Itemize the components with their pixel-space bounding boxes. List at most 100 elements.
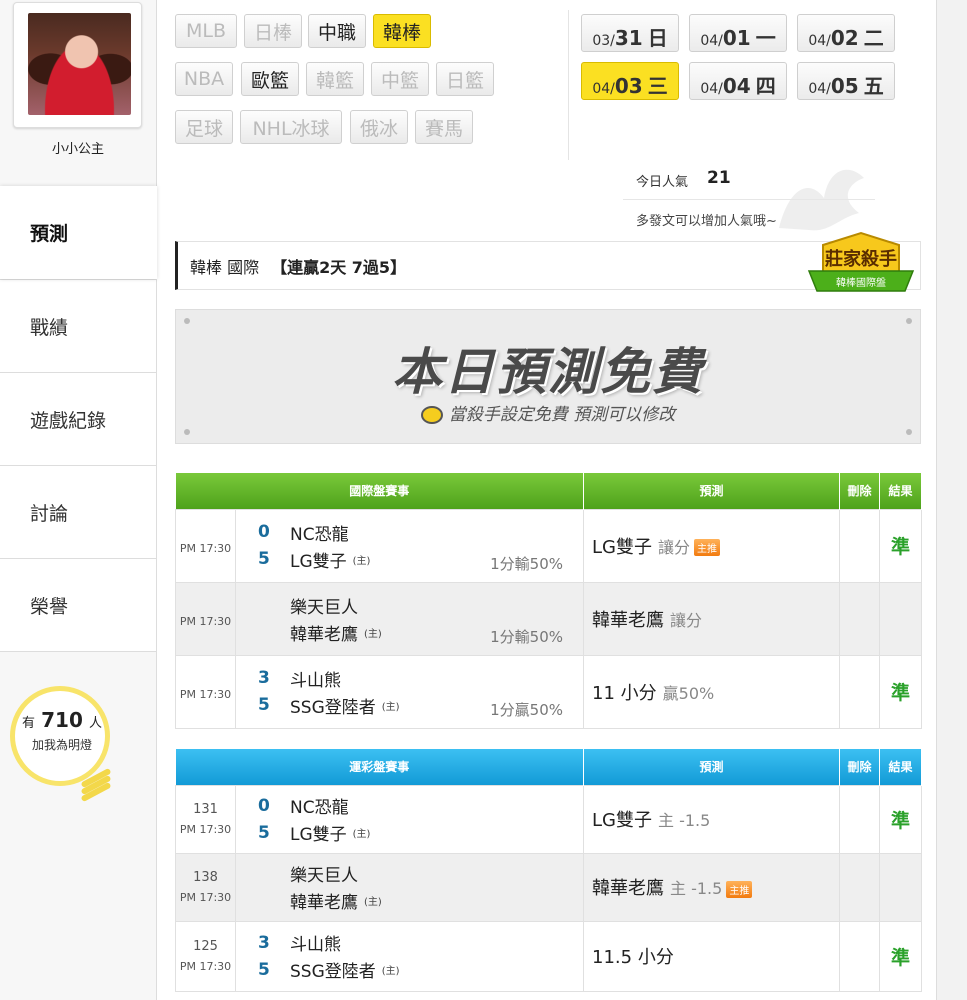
game-number: 131 — [193, 802, 218, 817]
follow-lamp-button[interactable]: 有 710 人 加我為明燈 — [8, 686, 118, 816]
home-score: 5 — [258, 959, 270, 980]
delete-cell[interactable] — [839, 508, 881, 583]
league-chip-mlb[interactable]: MLB — [175, 14, 237, 48]
date-button-0405[interactable]: 04/05 五 — [797, 62, 895, 100]
league-chip-nba[interactable]: NBA — [175, 62, 233, 96]
lightbulb-icon — [420, 406, 443, 424]
away-team: 樂天巨人 — [290, 866, 358, 886]
main-pick-tag: 主推 — [726, 880, 753, 898]
league-chip-soccer[interactable]: 足球 — [175, 110, 233, 144]
league-chip-euro-basketball[interactable]: 歐籃 — [241, 62, 299, 96]
delete-cell[interactable] — [839, 784, 881, 854]
nav-item-honor[interactable]: 榮譽 — [0, 559, 156, 652]
result-cell — [879, 581, 923, 656]
home-marker: (主) — [381, 701, 400, 713]
league-chip-khl[interactable]: 俄冰 — [350, 110, 408, 144]
delete-cell[interactable] — [839, 852, 881, 922]
home-marker: (主) — [352, 829, 371, 840]
popularity-value: 21 — [707, 168, 731, 188]
free-prediction-banner: 本日預測免費 當殺手設定免費 預測可以修改 — [175, 309, 921, 444]
fans-count: 有 710 人 — [21, 708, 103, 732]
table-row: 125 PM 17:30 3 斗山熊 5 SSG登陸者 (主) 11.5 小分 準 — [175, 920, 923, 992]
result-cell: 準 — [879, 920, 923, 992]
date-button-0401[interactable]: 04/01 一 — [689, 14, 787, 52]
nav-item-prediction[interactable]: 預測 — [0, 186, 157, 279]
away-team: 斗山熊 — [290, 935, 341, 955]
home-team: 韓華老鷹 — [290, 624, 358, 645]
prediction-cell: 11.5 小分 — [583, 920, 841, 992]
title-league: 韓棒 國際 — [190, 257, 260, 277]
delete-cell[interactable] — [839, 920, 881, 992]
league-chip-cba[interactable]: 中籃 — [371, 62, 429, 96]
game-time: PM 17:30 — [179, 960, 232, 973]
col-header-event: 運彩盤賽事 — [175, 749, 585, 785]
prediction-cell: 韓華老鷹 讓分 — [583, 581, 841, 656]
prediction-cell: LG雙子 讓分 主推 — [583, 508, 841, 583]
delete-cell[interactable] — [839, 581, 881, 656]
lottery-odds-table: 運彩盤賽事 預測 刪除 結果 131 PM 17:30 0 NC恐龍 5 LG雙子 (主… — [175, 749, 923, 992]
date-button-0404[interactable]: 04/04 四 — [689, 62, 787, 100]
home-team: LG雙子 — [290, 825, 347, 845]
col-header-prediction: 預測 — [583, 749, 841, 785]
home-team: SSG登陸者 — [290, 962, 376, 982]
delete-cell[interactable] — [839, 654, 881, 729]
league-chip-horse-racing[interactable]: 賽馬 — [415, 110, 473, 144]
table-row: PM 17:30 樂天巨人 韓華老鷹 (主) 1分輸50% 韓華老鷹 讓分 — [175, 581, 923, 656]
banker-killer-badge: 莊家殺手 韓棒國際盤 — [807, 231, 915, 292]
result-cell: 準 — [879, 508, 923, 583]
home-marker: (主) — [364, 897, 382, 908]
date-button-0331[interactable]: 03/31 日 — [581, 14, 679, 52]
game-time: PM 17:30 — [179, 615, 232, 628]
game-time: PM 17:30 — [179, 688, 232, 701]
col-header-event: 國際盤賽事 — [175, 473, 585, 509]
badge-subtitle: 韓棒國際盤 — [836, 276, 886, 289]
table-row: PM 17:30 3 斗山熊 5 SSG登陸者 (主) 1分贏50% 11 小分 贏50… — [175, 654, 923, 729]
league-chip-npb[interactable]: 日棒 — [244, 14, 302, 48]
title-streak: 【連贏2天 7過5】 — [271, 257, 407, 277]
col-header-prediction: 預測 — [583, 473, 841, 509]
table-row: 131 PM 17:30 0 NC恐龍 5 LG雙子 (主) LG雙子主 -1.5 準 — [175, 784, 923, 854]
nav-item-game-log[interactable]: 遊戲紀錄 — [0, 373, 156, 466]
away-score: 3 — [258, 668, 270, 688]
away-team: NC恐龍 — [290, 524, 349, 545]
nav-item-record[interactable]: 戰績 — [0, 280, 156, 373]
game-number: 125 — [193, 939, 218, 954]
prediction-cell: 韓華老鷹主 -1.5 主推 — [583, 852, 841, 922]
sidebar: 小小公主 預測 戰績 遊戲紀錄 討論 榮譽 有 710 人 加我為明燈 — [0, 0, 157, 1000]
league-chip-kbl[interactable]: 韓籃 — [306, 62, 364, 96]
main-panel: MLB 日棒 中職 韓棒 NBA 歐籃 韓籃 中籃 日籃 足球 NHL冰球 俄冰… — [156, 0, 937, 1000]
date-button-0402[interactable]: 04/02 二 — [797, 14, 895, 52]
promo-subtitle: 當殺手設定免費 預測可以修改 — [176, 400, 920, 425]
spread-line: 1分贏50% — [490, 700, 564, 719]
away-team: 斗山熊 — [290, 670, 341, 691]
home-team: 韓華老鷹 — [290, 893, 358, 913]
main-pick-tag: 主推 — [694, 539, 721, 556]
avatar[interactable] — [13, 2, 142, 128]
away-score: 0 — [258, 795, 270, 816]
col-header-delete: 刪除 — [839, 749, 881, 785]
nav-item-discussion[interactable]: 討論 — [0, 466, 156, 559]
league-chip-nhl[interactable]: NHL冰球 — [240, 110, 342, 144]
result-cell — [879, 852, 923, 922]
league-chip-cpbl[interactable]: 中職 — [308, 14, 366, 48]
sidebar-nav: 預測 — [0, 186, 157, 279]
date-button-0403[interactable]: 04/03 三 — [581, 62, 679, 100]
away-score: 3 — [258, 932, 270, 953]
international-odds-table: 國際盤賽事 預測 刪除 結果 PM 17:30 0 NC恐龍 5 LG雙子 (主) 1… — [175, 473, 923, 729]
league-chip-kbo[interactable]: 韓棒 — [373, 14, 431, 48]
spread-line: 1分輸50% — [490, 554, 564, 573]
home-team: LG雙子 — [290, 551, 347, 572]
away-team: NC恐龍 — [290, 798, 349, 818]
col-header-delete: 刪除 — [839, 473, 881, 509]
home-score: 5 — [258, 695, 270, 715]
game-time: PM 17:30 — [179, 542, 232, 555]
game-number: 138 — [193, 870, 218, 885]
badge-title: 莊家殺手 — [825, 248, 897, 270]
home-score: 5 — [258, 822, 270, 843]
home-marker: (主) — [352, 555, 371, 567]
divider — [568, 10, 569, 160]
spread-line: 1分輸50% — [490, 627, 564, 646]
league-chip-bleague[interactable]: 日籃 — [436, 62, 494, 96]
result-cell: 準 — [879, 654, 923, 729]
fans-cta: 加我為明燈 — [31, 738, 92, 752]
